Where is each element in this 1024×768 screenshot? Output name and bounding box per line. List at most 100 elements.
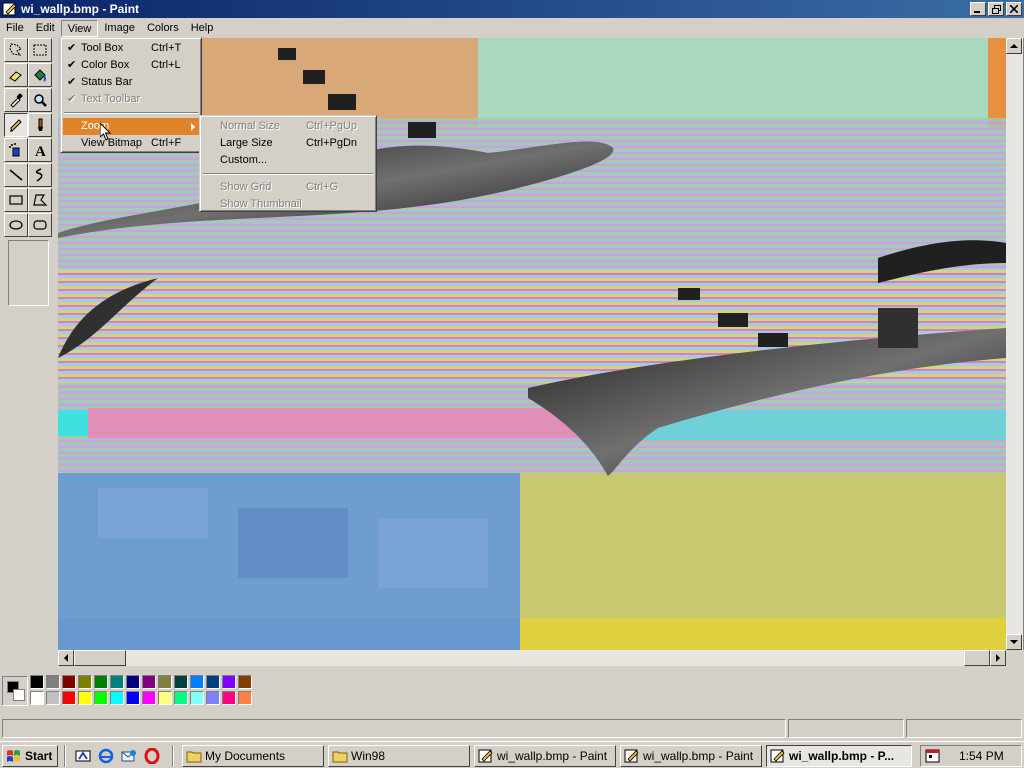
menu-item-text-toolbar[interactable]: ✔ Text Toolbar (63, 91, 199, 108)
eyedropper-icon (10, 93, 23, 108)
palette-color-swatch[interactable] (126, 691, 140, 705)
ellipse-tool[interactable] (4, 213, 28, 237)
eraser-icon (9, 71, 22, 82)
fill-with-color-tool[interactable] (28, 63, 52, 87)
vertical-scrollbar[interactable] (1006, 38, 1023, 650)
pencil-tool[interactable] (4, 113, 28, 137)
palette-color-swatch[interactable] (142, 691, 156, 705)
menu-item-color-box[interactable]: ✔ Color Box Ctrl+L (63, 57, 199, 74)
palette-color-swatch[interactable] (110, 691, 124, 705)
outlook-express-icon[interactable] (120, 747, 138, 765)
polygon-icon (33, 194, 48, 206)
menu-colors[interactable]: Colors (141, 20, 185, 37)
menu-help[interactable]: Help (185, 20, 220, 37)
menu-item-normal-size[interactable]: Normal Size Ctrl+PgUp (202, 118, 374, 135)
scroll-left-button[interactable] (58, 650, 74, 666)
palette-color-swatch[interactable] (62, 691, 76, 705)
palette-color-swatch[interactable] (222, 691, 236, 705)
scheduler-icon[interactable] (925, 748, 941, 764)
horizontal-scroll-thumb[interactable] (74, 650, 126, 666)
free-form-select-tool[interactable] (4, 38, 28, 62)
palette-color-swatch[interactable] (62, 675, 76, 689)
scroll-right-button[interactable] (990, 650, 1006, 666)
task-win98[interactable]: Win98 (328, 745, 470, 767)
menu-item-status-bar[interactable]: ✔ Status Bar (63, 74, 199, 91)
palette-color-swatch[interactable] (238, 675, 252, 689)
tool-options-box[interactable] (8, 240, 49, 306)
menu-item-show-thumbnail[interactable]: Show Thumbnail (202, 196, 374, 213)
polygon-tool[interactable] (28, 188, 52, 212)
taskbar-separator (172, 745, 174, 767)
clock[interactable]: 1:54 PM (959, 749, 1004, 763)
task-label: wi_wallp.bmp - Paint (643, 749, 754, 763)
palette-color-swatch[interactable] (78, 691, 92, 705)
menu-item-zoom[interactable]: Zoom (63, 118, 199, 135)
eraser-tool[interactable] (4, 63, 28, 87)
palette-color-swatch[interactable] (174, 691, 188, 705)
internet-explorer-icon[interactable] (97, 747, 115, 765)
brush-tool[interactable] (28, 113, 52, 137)
palette-color-swatch[interactable] (206, 691, 220, 705)
scroll-corner (1006, 650, 1023, 666)
horizontal-scrollbar[interactable] (58, 650, 1006, 666)
airbrush-tool[interactable] (4, 138, 28, 162)
paint-bucket-icon (34, 69, 46, 82)
palette-color-swatch[interactable] (222, 675, 236, 689)
minimize-button[interactable] (970, 2, 986, 16)
palette-color-swatch[interactable] (158, 675, 172, 689)
palette-color-swatch[interactable] (126, 675, 140, 689)
scroll-up-button[interactable] (1006, 38, 1022, 54)
palette-color-swatch[interactable] (158, 691, 172, 705)
opera-icon[interactable] (143, 747, 161, 765)
palette-color-swatch[interactable] (206, 675, 220, 689)
palette-color-swatch[interactable] (142, 675, 156, 689)
palette-color-swatch[interactable] (94, 675, 108, 689)
submenu-arrow-icon (191, 123, 195, 131)
palette-color-swatch[interactable] (30, 675, 44, 689)
show-desktop-icon[interactable] (74, 747, 92, 765)
palette-color-swatch[interactable] (190, 675, 204, 689)
palette-color-swatch[interactable] (94, 691, 108, 705)
menu-edit[interactable]: Edit (30, 20, 61, 37)
current-colors-indicator[interactable] (2, 676, 28, 706)
taskbar-separator (64, 745, 66, 767)
menu-image[interactable]: Image (98, 20, 141, 37)
menu-item-large-size[interactable]: Large Size Ctrl+PgDn (202, 135, 374, 152)
magnifier-tool[interactable] (28, 88, 52, 112)
close-button[interactable] (1006, 2, 1022, 16)
task-paint-1[interactable]: wi_wallp.bmp - Paint (474, 745, 616, 767)
title-bar[interactable]: wi_wallp.bmp - Paint (0, 0, 1024, 18)
menu-item-view-bitmap[interactable]: View Bitmap Ctrl+F (63, 135, 199, 152)
pencil-icon (10, 119, 22, 132)
palette-color-swatch[interactable] (110, 675, 124, 689)
brush-icon (38, 118, 43, 131)
task-paint-2[interactable]: wi_wallp.bmp - Paint (620, 745, 762, 767)
horizontal-scroll-thumb-end[interactable] (964, 650, 990, 666)
rectangle-tool[interactable] (4, 188, 28, 212)
menu-item-tool-box[interactable]: ✔ Tool Box Ctrl+T (63, 40, 199, 57)
palette-color-swatch[interactable] (46, 691, 60, 705)
restore-button[interactable] (988, 2, 1004, 16)
text-tool[interactable]: A (28, 138, 52, 162)
rounded-rectangle-tool[interactable] (28, 213, 52, 237)
menu-item-custom[interactable]: Custom... (202, 152, 374, 169)
palette-color-swatch[interactable] (190, 691, 204, 705)
scroll-down-button[interactable] (1006, 634, 1022, 650)
palette-color-swatch[interactable] (238, 691, 252, 705)
palette-color-swatch[interactable] (30, 691, 44, 705)
task-paint-3-active[interactable]: wi_wallp.bmp - P... (766, 745, 912, 767)
curve-tool[interactable] (28, 163, 52, 187)
menu-file[interactable]: File (0, 20, 30, 37)
pick-color-tool[interactable] (4, 88, 28, 112)
palette-color-swatch[interactable] (174, 675, 188, 689)
menu-view[interactable]: View (60, 19, 99, 37)
menu-item-show-grid[interactable]: Show Grid Ctrl+G (202, 179, 374, 196)
palette-color-swatch[interactable] (78, 675, 92, 689)
folder-icon (332, 751, 348, 763)
svg-text:A: A (35, 144, 46, 158)
select-tool[interactable] (28, 38, 52, 62)
start-button[interactable]: Start (2, 745, 58, 767)
palette-color-swatch[interactable] (46, 675, 60, 689)
task-my-documents[interactable]: My Documents (182, 745, 324, 767)
line-tool[interactable] (4, 163, 28, 187)
